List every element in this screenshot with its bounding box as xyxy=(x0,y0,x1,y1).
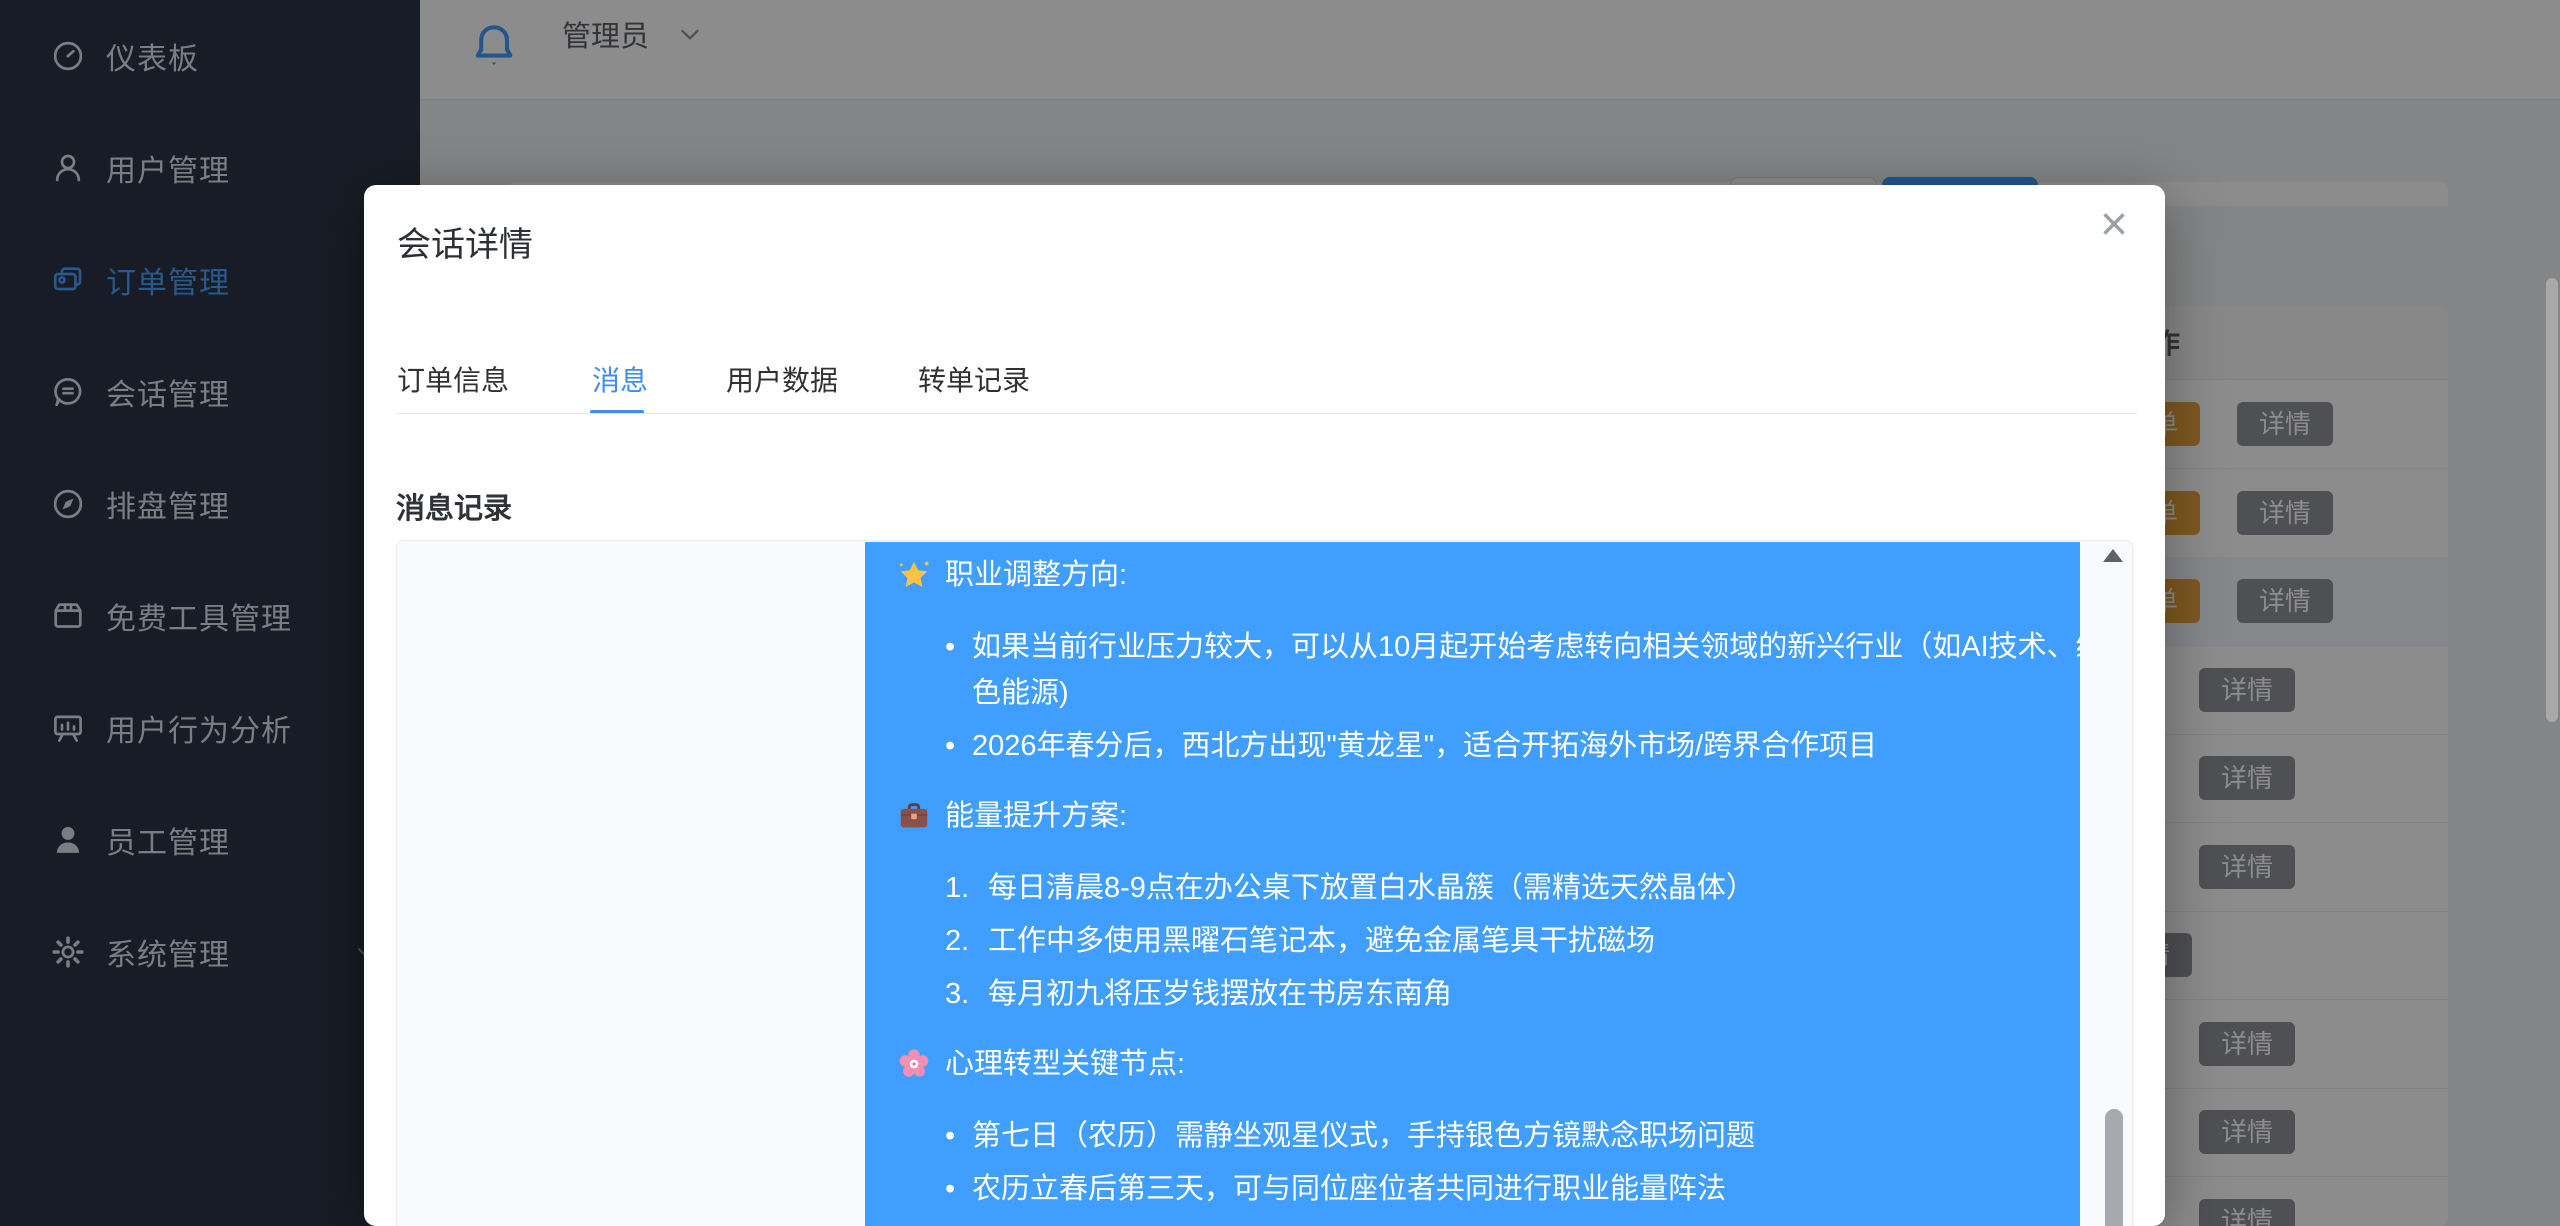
blossom-emoji xyxy=(897,1047,931,1081)
list-item-lines: 如果当前行业压力较大，可以从10月起开始考虑转向相关领域的新兴行业（如AI技术、… xyxy=(972,624,2080,716)
tabs-divider xyxy=(396,413,2137,414)
message-line: 如果当前行业压力较大，可以从10月起开始考虑转向相关领域的新兴行业（如AI技术、… xyxy=(972,624,2080,670)
message-line: 工作中多使用黑曜石笔记本，避免金属笔具干扰磁场 xyxy=(988,918,1655,964)
list-marker: • xyxy=(945,1166,972,1212)
screen: 管理员 操作 转单详情转单详情转单详情详情详情详情详情详情详情详情 仪表板用户管… xyxy=(0,0,2560,1226)
list-item-lines: 第七日（农历）需静坐观星仪式，手持银色方镜默念职场问题 xyxy=(972,1113,1755,1159)
list-marker: • xyxy=(945,723,972,769)
list-item-lines: 农历立春后第三天，可与同位座位者共同进行职业能量阵法 xyxy=(972,1166,1726,1212)
list-marker: • xyxy=(945,624,972,716)
list-marker: 2. xyxy=(945,918,988,964)
message-list-item: •农历立春后第三天，可与同位座位者共同进行职业能量阵法 xyxy=(945,1166,2048,1212)
list-item-lines: 工作中多使用黑曜石笔记本，避免金属笔具干扰磁场 xyxy=(988,918,1655,964)
message-heading: 职业调整方向: xyxy=(897,552,2048,598)
list-marker: 3. xyxy=(945,971,988,1017)
message-bubble: 职业调整方向:•如果当前行业压力较大，可以从10月起开始考虑转向相关领域的新兴行… xyxy=(865,542,2080,1226)
list-item-lines: 每日清晨8-9点在办公桌下放置白水晶簇（需精选天然晶体） xyxy=(988,865,1755,911)
message-scroll-up-arrow[interactable] xyxy=(2103,549,2123,562)
message-list-item: 3.每月初九将压岁钱摆放在书房东南角 xyxy=(945,971,2048,1017)
message-section-title: 消息记录 xyxy=(396,485,512,527)
message-line: 每月初九将压岁钱摆放在书房东南角 xyxy=(988,971,1452,1017)
message-list-item: •第七日（农历）需静坐观星仪式，手持银色方镜默念职场问题 xyxy=(945,1113,2048,1159)
message-line: 每日清晨8-9点在办公桌下放置白水晶簇（需精选天然晶体） xyxy=(988,865,1755,911)
tab-1[interactable]: 订单信息 xyxy=(397,361,509,401)
tab-2[interactable]: 消息 xyxy=(592,361,648,401)
message-list-item: •如果当前行业压力较大，可以从10月起开始考虑转向相关领域的新兴行业（如AI技术… xyxy=(945,624,2048,716)
message-line: 色能源) xyxy=(972,670,2080,716)
message-heading: 心理转型关键节点: xyxy=(897,1041,2048,1087)
star-emoji xyxy=(897,558,931,592)
session-detail-modal: 会话详情 × 订单信息消息用户数据转单记录 消息记录 职业调整方向:•如果当前行… xyxy=(364,185,2165,1226)
close-icon[interactable]: × xyxy=(2084,195,2144,255)
list-item-lines: 每月初九将压岁钱摆放在书房东南角 xyxy=(988,971,1452,1017)
tab-3[interactable]: 用户数据 xyxy=(726,361,838,401)
modal-title: 会话详情 xyxy=(397,217,533,266)
message-list-item: 1.每日清晨8-9点在办公桌下放置白水晶簇（需精选天然晶体） xyxy=(945,865,2048,911)
message-line: 第七日（农历）需静坐观星仪式，手持银色方镜默念职场问题 xyxy=(972,1113,1755,1159)
message-heading-text: 职业调整方向: xyxy=(945,552,1127,598)
list-item-lines: 2026年春分后，西北方出现"黄龙星"，适合开拓海外市场/跨界合作项目 xyxy=(972,723,1877,769)
message-list: 职业调整方向:•如果当前行业压力较大，可以从10月起开始考虑转向相关领域的新兴行… xyxy=(396,540,2133,1226)
list-marker: 1. xyxy=(945,865,988,911)
message-list-item: 2.工作中多使用黑曜石笔记本，避免金属笔具干扰磁场 xyxy=(945,918,2048,964)
message-list-item: •2026年春分后，西北方出现"黄龙星"，适合开拓海外市场/跨界合作项目 xyxy=(945,723,2048,769)
message-heading: 能量提升方案: xyxy=(897,793,2048,839)
page-scrollbar-thumb[interactable] xyxy=(2546,278,2558,722)
tab-4[interactable]: 转单记录 xyxy=(918,361,1030,401)
message-line: 2026年春分后，西北方出现"黄龙星"，适合开拓海外市场/跨界合作项目 xyxy=(972,723,1877,769)
list-marker: • xyxy=(945,1113,972,1159)
message-heading-text: 心理转型关键节点: xyxy=(945,1041,1185,1087)
briefcase-emoji xyxy=(897,799,931,833)
message-scrollbar-thumb[interactable] xyxy=(2105,1109,2123,1226)
message-heading-text: 能量提升方案: xyxy=(945,793,1127,839)
message-line: 农历立春后第三天，可与同位座位者共同进行职业能量阵法 xyxy=(972,1166,1726,1212)
